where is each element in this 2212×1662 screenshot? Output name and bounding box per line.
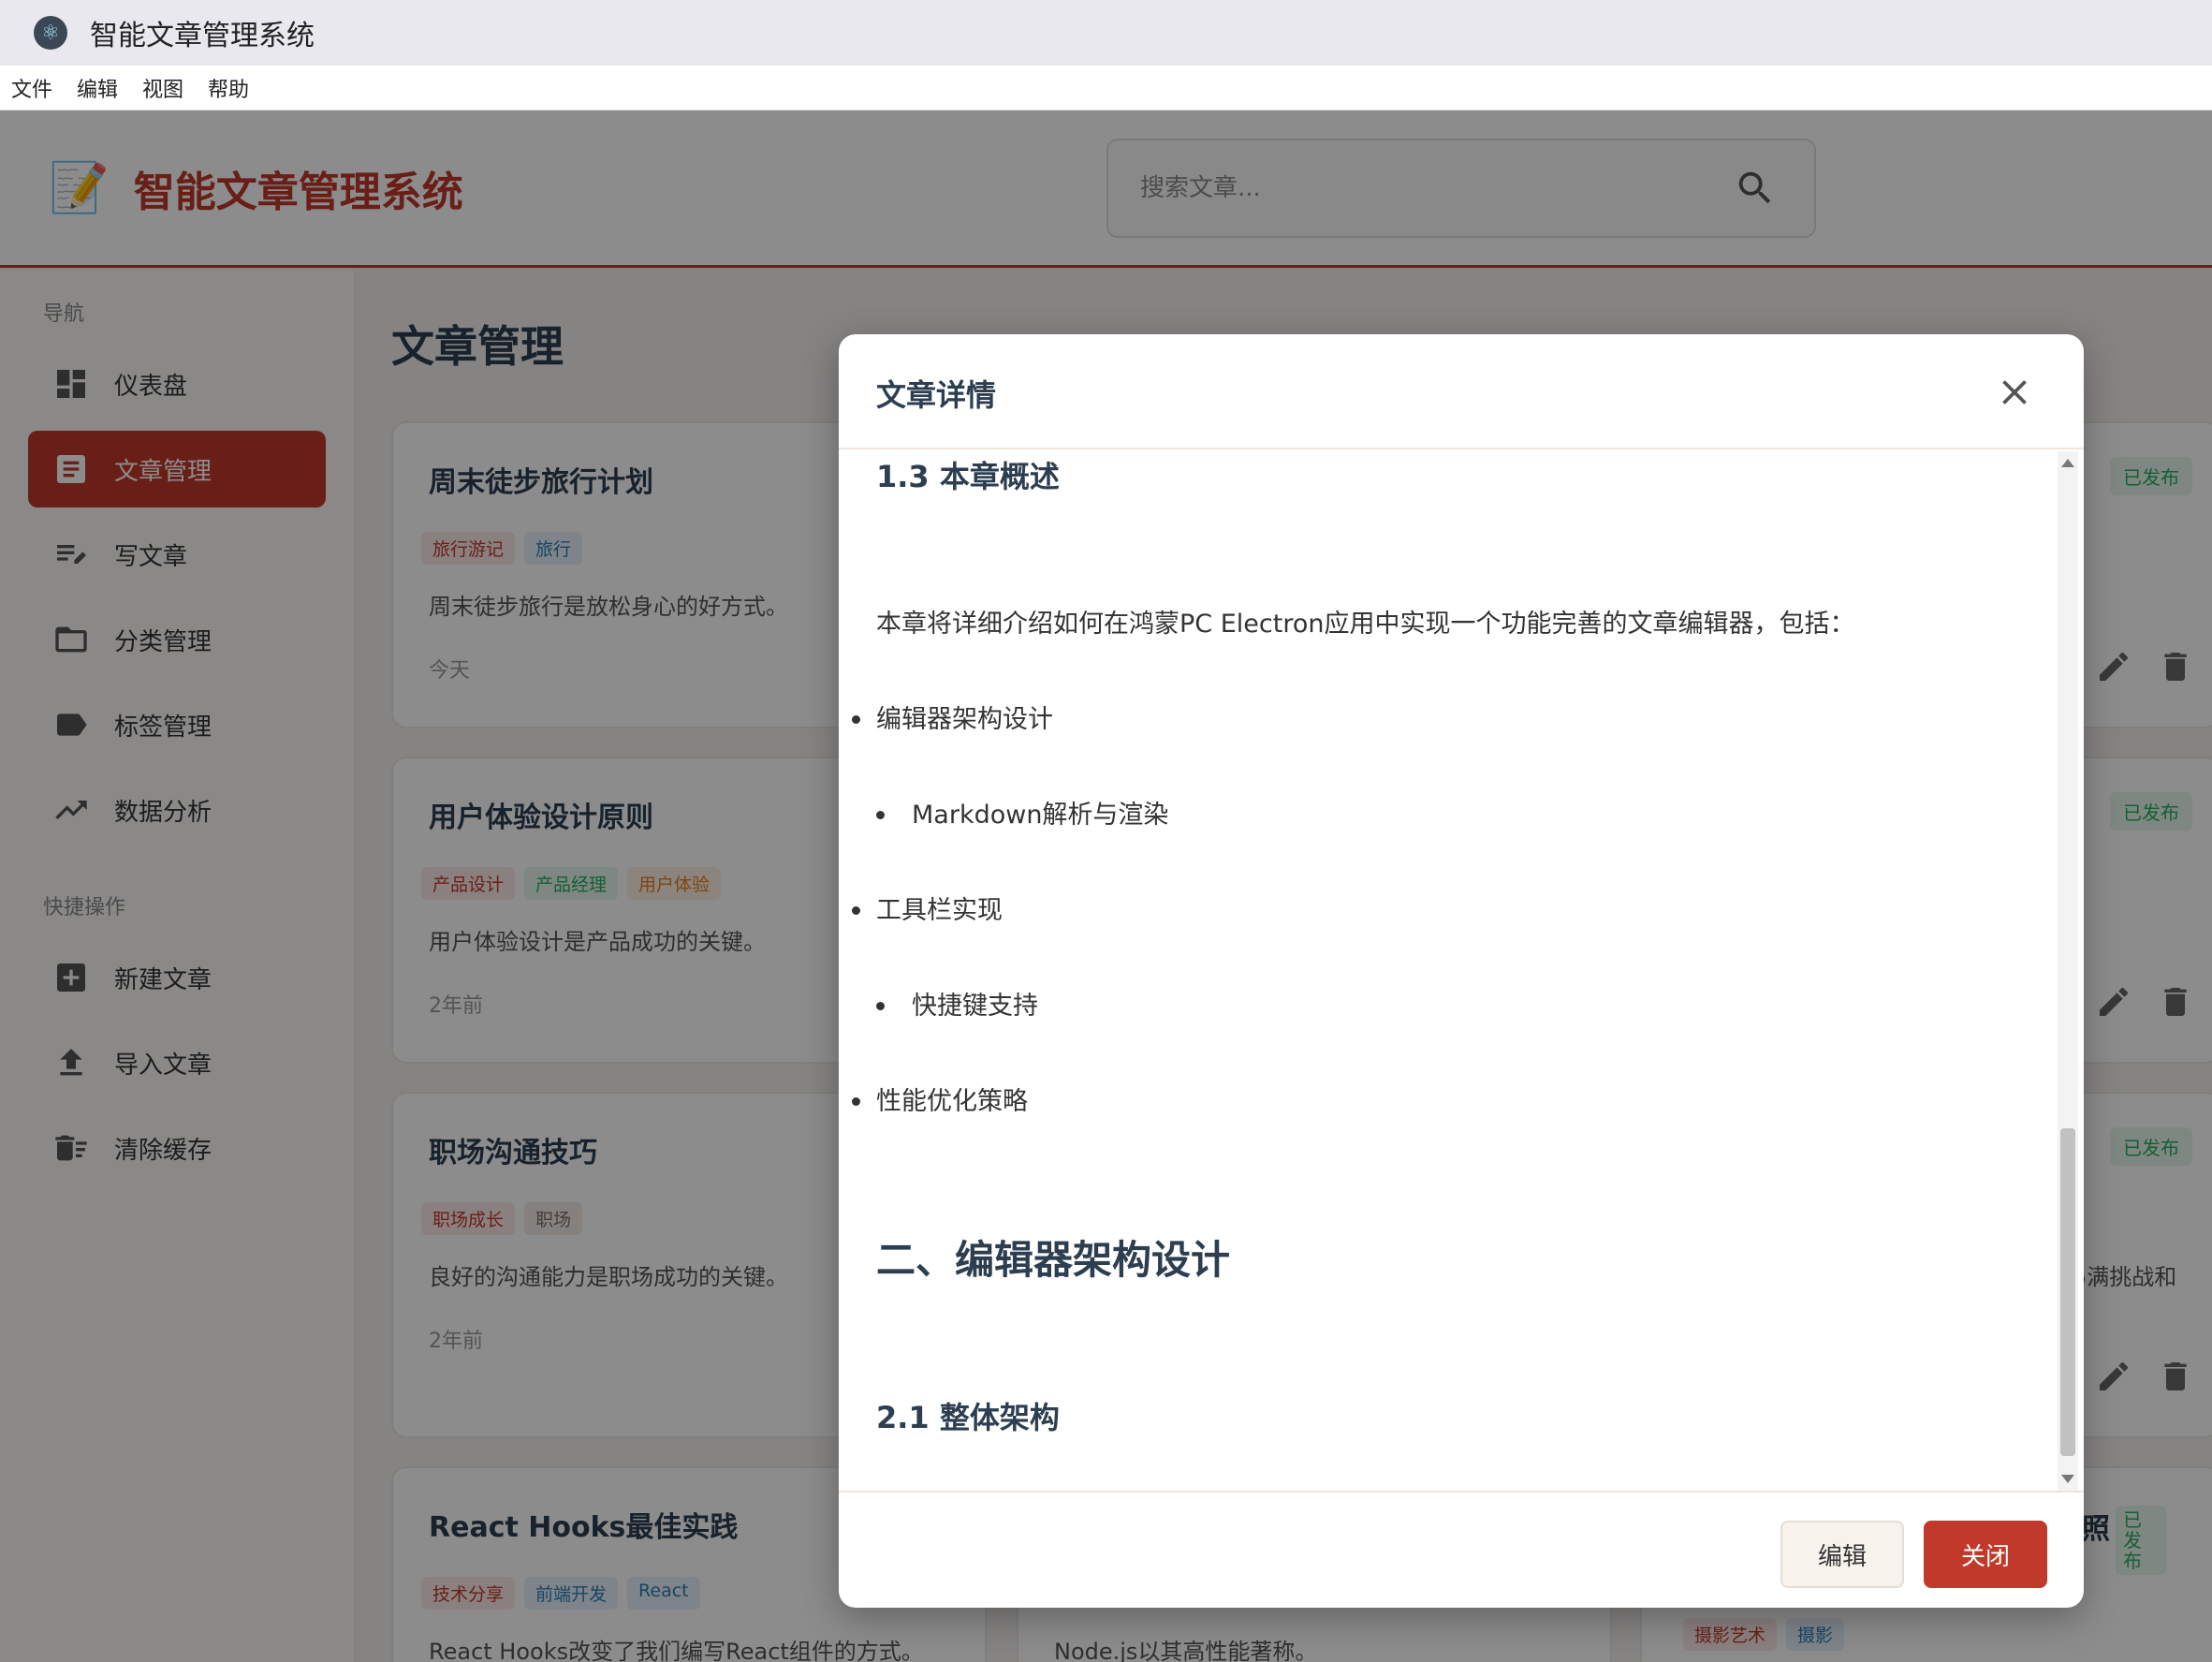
content-heading: 1.3 本章概述 [876,459,1060,494]
window-titlebar: ⚛ 智能文章管理系统 [0,0,2212,66]
list-item: Markdown解析与渲染 [912,801,1169,830]
list-bullet [852,1097,860,1106]
modal-body[interactable]: 1.3 本章概述 本章将详细介绍如何在鸿蒙PC Electron应用中实现一个功… [839,451,2084,1491]
electron-icon: ⚛ [34,16,67,50]
scroll-down-arrow-icon[interactable] [2061,1475,2074,1483]
list-item: 工具栏实现 [876,896,1003,925]
article-detail-modal: 文章详情 1.3 本章概述 本章将详细介绍如何在鸿蒙PC Electron应用中… [839,334,2084,1608]
modal-title: 文章详情 [876,377,997,413]
list-bullet [852,715,860,724]
list-bullet [852,906,860,915]
list-bullet [876,811,885,819]
menu-help[interactable]: 帮助 [208,73,249,103]
close-button[interactable]: 关闭 [1924,1521,2047,1588]
menu-bar: 文件 编辑 视图 帮助 [0,66,2212,110]
content-paragraph: 本章将详细介绍如何在鸿蒙PC Electron应用中实现一个功能完善的文章编辑器… [876,610,1855,639]
close-icon[interactable] [1994,372,2035,413]
edit-button[interactable]: 编辑 [1780,1521,1904,1588]
scrollbar-thumb[interactable] [2060,1128,2075,1456]
scroll-up-arrow-icon[interactable] [2061,459,2074,467]
list-bullet [876,1002,885,1010]
window-title: 智能文章管理系统 [90,20,315,52]
content-heading: 二、编辑器架构设计 [876,1237,1231,1283]
modal-footer: 编辑 关闭 [839,1491,2084,1608]
list-item: 性能优化策略 [876,1087,1028,1116]
menu-file[interactable]: 文件 [11,73,52,103]
content-heading: 2.1 整体架构 [876,1400,1060,1435]
list-item: 快捷键支持 [912,992,1038,1021]
menu-view[interactable]: 视图 [142,73,183,103]
menu-edit[interactable]: 编辑 [77,73,118,103]
scrollbar[interactable] [2058,451,2078,1491]
modal-header: 文章详情 [839,334,2084,449]
list-item: 编辑器架构设计 [876,705,1053,734]
